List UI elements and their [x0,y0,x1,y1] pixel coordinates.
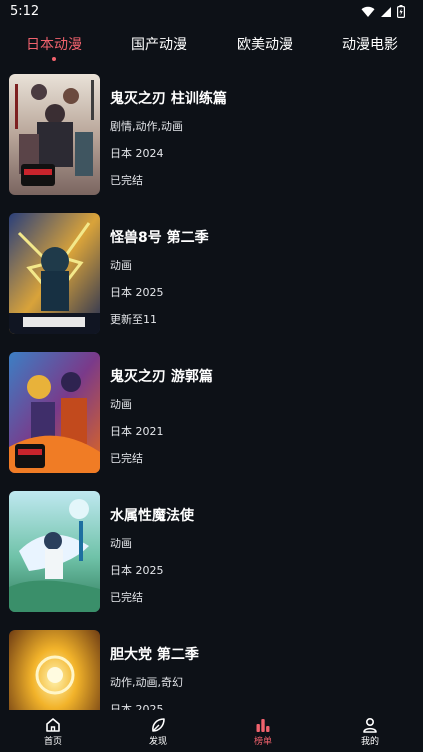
list-item[interactable]: 怪兽8号 第二季 动画 日本 2025 更新至11 [0,213,423,338]
tab-label: 动漫电影 [342,37,398,53]
status-icons [361,5,405,18]
user-icon [363,717,377,733]
nav-profile[interactable]: 我的 [320,711,420,752]
poster-image [9,213,100,334]
nav-label: 榜单 [253,737,272,747]
cellular-signal-icon [381,6,391,17]
anime-region-year: 日本 2025 [110,564,164,577]
tab-japanese-anime[interactable]: 日本动漫 [26,34,82,64]
tab-label: 国产动漫 [131,37,187,53]
list-item[interactable]: 鬼灭之刃 游郭篇 动画 日本 2021 已完结 [0,352,423,477]
list-item[interactable]: 水属性魔法使 动画 日本 2025 已完结 [0,491,423,616]
nav-discover[interactable]: 发现 [108,711,208,752]
tab-western-anime[interactable]: 欧美动漫 [236,34,294,64]
anime-genre: 动画 [110,259,132,272]
poster-image [9,352,100,473]
poster-image [9,491,100,612]
anime-title: 鬼灭之刃 游郭篇 [110,369,213,385]
poster-image [9,630,100,710]
status-bar: 5:12 [0,0,423,26]
anime-genre: 动画 [110,537,132,550]
poster-image [9,74,100,195]
anime-status: 更新至11 [110,313,157,326]
status-time: 5:12 [10,4,40,19]
anime-status: 已完结 [110,591,143,604]
anime-region-year: 日本 2021 [110,425,164,438]
anime-genre: 动画 [110,398,132,411]
list-item[interactable]: 鬼灭之刃 柱训练篇 剧情,动作,动画 日本 2024 已完结 [0,74,423,199]
nav-label: 我的 [360,737,379,747]
nav-rankings[interactable]: 榜单 [213,711,313,752]
anime-region-year: 日本 2024 [110,147,164,160]
anime-genre: 动作,动画,奇幻 [110,676,183,689]
battery-icon [397,5,405,18]
anime-title: 水属性魔法使 [110,508,194,524]
category-tabs: 日本动漫 国产动漫 欧美动漫 动漫电影 [0,34,423,66]
nav-label: 发现 [148,737,167,747]
tab-chinese-anime[interactable]: 国产动漫 [130,34,188,64]
anime-region-year: 日本 2025 [110,703,164,710]
wifi-icon [361,6,375,17]
anime-title: 鬼灭之刃 柱训练篇 [110,91,227,107]
tab-label: 欧美动漫 [237,37,293,53]
anime-title: 胆大党 第二季 [110,647,199,663]
tab-label: 日本动漫 [26,37,82,53]
bottom-nav: 首页 发现 榜单 我的 [0,711,423,752]
bar-chart-icon [256,719,270,732]
nav-home[interactable]: 首页 [3,711,103,752]
anime-status: 已完结 [110,174,143,187]
active-tab-indicator [52,57,56,61]
nav-label: 首页 [43,737,62,747]
anime-genre: 剧情,动作,动画 [110,120,183,133]
anime-region-year: 日本 2025 [110,286,164,299]
home-icon [46,718,60,732]
list-item[interactable]: 胆大党 第二季 动作,动画,奇幻 日本 2025 [0,630,423,710]
leaf-icon [152,718,165,732]
tab-anime-movies[interactable]: 动漫电影 [341,34,399,64]
anime-title: 怪兽8号 第二季 [110,230,209,246]
anime-status: 已完结 [110,452,143,465]
anime-list[interactable]: 鬼灭之刃 柱训练篇 剧情,动作,动画 日本 2024 已完结 怪兽8号 第二季 … [0,70,423,710]
